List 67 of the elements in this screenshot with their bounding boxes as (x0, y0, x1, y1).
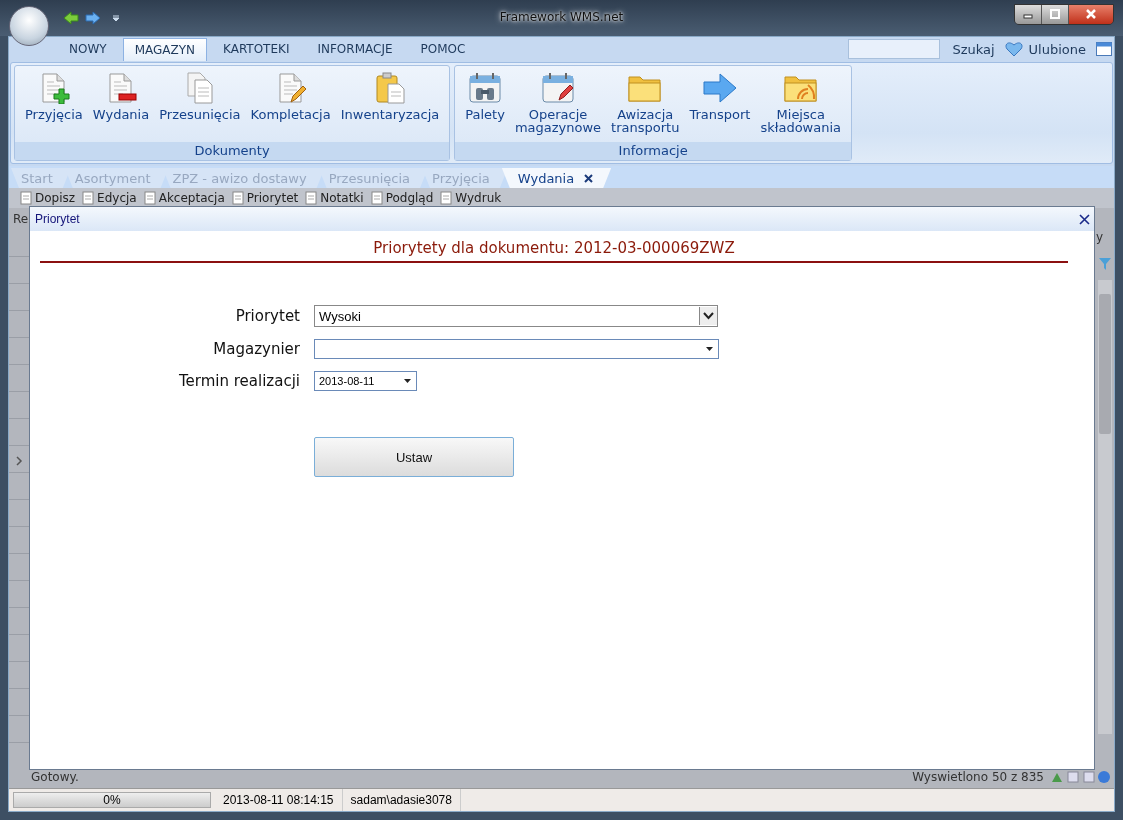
search-link[interactable]: Szukaj (952, 41, 995, 57)
group-title: Dokumenty (15, 142, 450, 160)
window-icon[interactable] (1096, 42, 1112, 56)
ribbon-button[interactable]: Awizacja transportu (606, 66, 685, 142)
toolbar-button[interactable]: Akceptacja (142, 191, 225, 205)
back-forward-icon[interactable] (62, 10, 102, 26)
status-user: sadam\adasie3078 (342, 789, 461, 811)
toolbar-button[interactable]: Notatki (304, 191, 364, 205)
ribbon-button[interactable]: Inwentaryzacja (335, 66, 445, 142)
combo-field[interactable] (314, 339, 719, 359)
field-label: Termin realizacji (177, 372, 300, 390)
clipboard-icon (374, 72, 406, 104)
calendar-pencil-icon (541, 72, 575, 104)
app-menu-button[interactable] (9, 6, 49, 46)
maximize-button[interactable] (1042, 4, 1069, 24)
ribbon-button[interactable]: Przyjęcia (20, 66, 88, 142)
search-field[interactable] (848, 39, 941, 59)
dialog-title: Priorytet (35, 212, 80, 226)
ribbon-tab[interactable]: NOWY (57, 37, 119, 61)
field-label: Magazynier (212, 340, 300, 358)
window-title: Framework WMS.net (498, 10, 625, 24)
close-icon[interactable] (1079, 213, 1090, 225)
ribbon-button[interactable]: Kompletacja (245, 66, 336, 142)
column-header: Re (12, 211, 29, 228)
scrollbar[interactable] (1098, 280, 1112, 734)
close-button[interactable] (1069, 4, 1113, 24)
chevron-down-icon (703, 312, 714, 320)
ribbon-button[interactable]: Wydania (87, 66, 155, 142)
ribbon-button[interactable]: Miejsca składowania (755, 66, 846, 142)
heart-icon (1004, 41, 1023, 57)
close-icon[interactable] (584, 173, 594, 183)
group-title: Informacje (455, 142, 851, 160)
minimize-button[interactable] (1015, 4, 1042, 24)
caret-icon (404, 379, 411, 383)
calendar-binoculars-icon (468, 72, 503, 104)
ribbon-button[interactable]: Operacje magazynowe (509, 66, 607, 142)
ribbon-tab[interactable]: MAGAZYN (122, 38, 207, 61)
dropdown-icon[interactable] (112, 14, 120, 22)
caret-icon (706, 347, 713, 351)
toolbar-button[interactable]: Edycja (81, 191, 137, 205)
status-datetime: 2013-08-11 08:14:15 (215, 789, 343, 811)
navigation-icons[interactable] (1050, 770, 1110, 784)
ribbon-button[interactable]: Przesunięcia (154, 66, 246, 142)
chevron-icon[interactable] (15, 456, 23, 466)
toolbar-button[interactable]: Priorytet (230, 191, 299, 205)
maximize-icon (1050, 9, 1060, 19)
favorites-link[interactable]: Ulubione (1028, 41, 1086, 57)
ribbon-tab[interactable]: POMOC (408, 37, 478, 61)
close-icon (1085, 9, 1097, 19)
record-count: Wyswietlono 50 z 835 (912, 770, 1044, 784)
ribbon-button[interactable]: Transport (684, 66, 756, 142)
column-header: y (1096, 229, 1105, 246)
ribbon-tab[interactable]: INFORMACJE (305, 37, 405, 61)
arrow-right-icon (702, 72, 737, 104)
select-field[interactable]: Wysoki (314, 305, 718, 327)
dialog-heading: Priorytety dla dokumentu: 2012-03-000069ZWZ (40, 239, 1068, 263)
toolbar-button[interactable]: Wydruk (439, 191, 502, 205)
status-text: Gotowy. (31, 770, 79, 784)
toolbar-button[interactable]: Podgląd (369, 191, 434, 205)
field-label: Priorytet (234, 307, 300, 325)
ribbon-tab[interactable]: KARTOTEKI (211, 37, 302, 61)
document-tab[interactable]: Wydania (501, 168, 612, 188)
progress-text: 0% (103, 793, 121, 807)
ribbon-button[interactable]: Palety (460, 66, 510, 142)
toolbar-button[interactable]: Dopisz (19, 191, 76, 205)
set-button[interactable]: Ustaw (314, 437, 514, 477)
date-field[interactable]: 2013-08-11 (314, 371, 417, 391)
